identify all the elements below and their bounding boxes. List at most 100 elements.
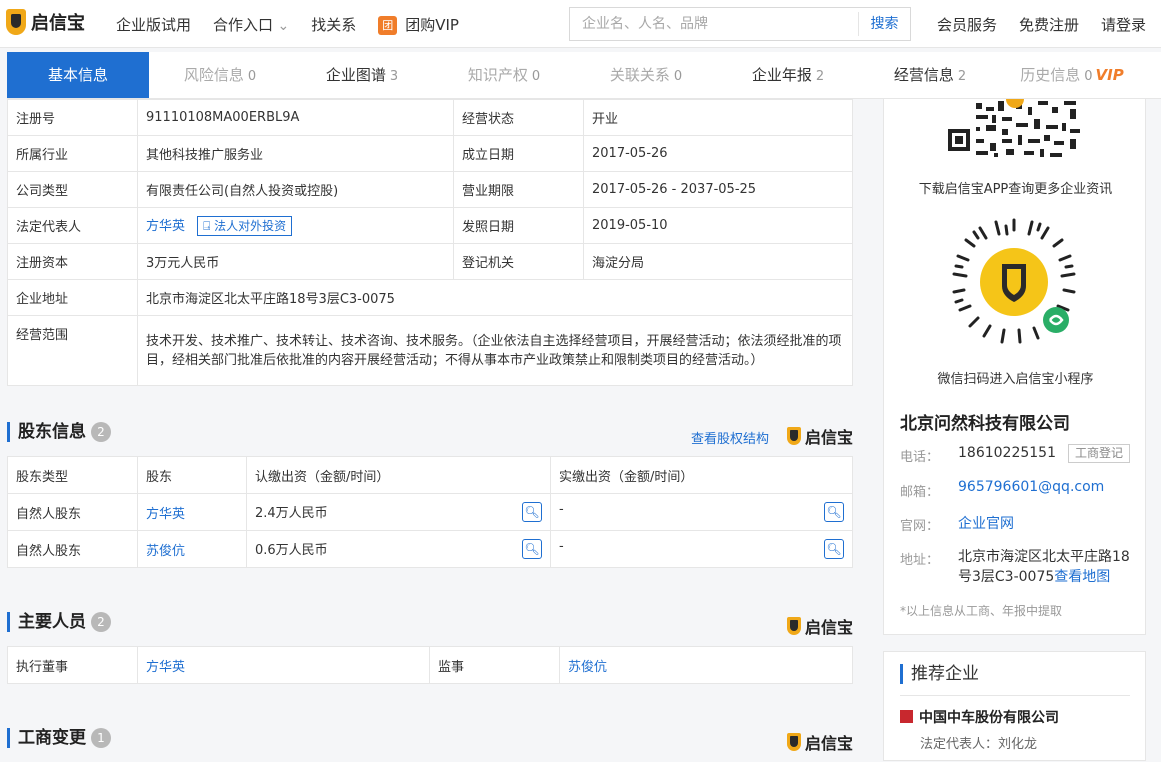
shareholder-name-cell: 苏俊伉 <box>137 530 247 568</box>
user-links: 会员服务 免费注册 请登录 <box>937 14 1146 35</box>
email-label: 邮箱： <box>900 485 940 500</box>
legal-invest-button[interactable]: ⍈ 法人对外投资 <box>197 216 293 236</box>
magnifier-icon[interactable]: 🔍︎ <box>824 539 844 559</box>
email-link[interactable]: 965796601@qq.com <box>958 479 1104 495</box>
term-value: 2017-05-26 - 2037-05-25 <box>583 171 853 208</box>
recommend-legal-rep: 法定代表人：刘化龙 <box>920 737 1038 752</box>
address-label: 企业地址 <box>7 279 138 316</box>
nav-find-relation[interactable]: 找关系 <box>311 14 356 35</box>
brand-watermark: 启信宝 <box>786 614 853 638</box>
legal-label: 法定代表人 <box>7 207 138 244</box>
tab-history-info[interactable]: 历史信息 0 VIP <box>1001 52 1143 98</box>
nav-group-vip-label: 团购VIP <box>405 16 459 34</box>
invest-icon: ⍈ <box>203 219 215 233</box>
tab-count: 0 <box>673 69 683 84</box>
subscribed-value: 0.6万人民币 <box>255 543 328 558</box>
recommend-panel: 推荐企业 中国中车股份有限公司 法定代表人：刘化龙 <box>883 651 1146 761</box>
shareholders-title: 股东信息 2 <box>7 422 111 442</box>
tab-basic-info[interactable]: 基本信息 <box>7 52 149 98</box>
count-badge: 2 <box>91 422 111 442</box>
paid-value: - <box>559 502 564 517</box>
nav-group-vip[interactable]: 团团购VIP <box>378 14 459 35</box>
scope-value: 技术开发、技术推广、技术转让、技术咨询、技术服务。（企业依法自主选择经营项目，开… <box>137 315 853 386</box>
status-label: 经营状态 <box>453 99 584 136</box>
magnifier-icon[interactable]: 🔍︎ <box>824 502 844 522</box>
person-link[interactable]: 方华英 <box>146 660 185 675</box>
shareholder-link[interactable]: 苏俊伉 <box>146 544 185 559</box>
tab-business-info[interactable]: 经营信息 2 <box>859 52 1001 98</box>
authority-label: 登记机关 <box>453 243 584 280</box>
reg-no-label: 注册号 <box>7 99 138 136</box>
qr-code-icon <box>946 99 1084 159</box>
site-logo[interactable]: 启信宝 <box>6 9 85 35</box>
tab-label: 关联关系 <box>609 66 670 84</box>
phone-source-tag[interactable]: 工商登记 <box>1067 444 1130 463</box>
search-input[interactable] <box>570 8 850 40</box>
capital-value: 3万元人民币 <box>137 243 454 280</box>
shield-logo-icon <box>786 733 801 751</box>
company-sidebar: 下载启信宝APP查询更多企业资讯 微信扫码进入启信宝小程序 北京问然科技有限公司… <box>883 99 1146 635</box>
legal-rep-link[interactable]: 方华英 <box>146 219 185 234</box>
main-content: 注册号 91110108MA00ERBL9A 经营状态 开业 所属行业 其他科技… <box>7 99 853 762</box>
changes-title: 工商变更 1 <box>7 728 111 748</box>
recommend-company[interactable]: 中国中车股份有限公司 <box>900 707 1059 727</box>
person-link[interactable]: 苏俊伉 <box>568 660 607 675</box>
member-service-link[interactable]: 会员服务 <box>937 14 997 35</box>
tab-count: 3 <box>389 69 399 84</box>
recommend-company-name: 中国中车股份有限公司 <box>919 710 1059 726</box>
top-header: 启信宝 企业版试用 合作入口 找关系 团团购VIP 搜索 会员服务 免费注册 请… <box>0 0 1161 48</box>
section-title-text: 股东信息 <box>18 422 86 442</box>
paid-cell: - 🔍︎ <box>550 530 853 568</box>
section-title-text: 主要人员 <box>18 612 86 632</box>
count-badge: 1 <box>91 728 111 748</box>
magnifier-icon[interactable]: 🔍︎ <box>522 539 542 559</box>
shield-logo-icon <box>786 427 801 445</box>
brand-text: 启信宝 <box>804 428 853 447</box>
changes-header: 工商变更 1 启信宝 <box>7 714 853 762</box>
tab-label: 历史信息 <box>1020 66 1081 84</box>
tab-count: 2 <box>815 69 825 84</box>
tab-annual-report[interactable]: 企业年报 2 <box>717 52 859 98</box>
person-cell: 方华英 <box>137 646 430 684</box>
vip-badge: VIP <box>1095 66 1124 84</box>
status-value: 开业 <box>583 99 853 136</box>
brand-text: 启信宝 <box>804 618 853 637</box>
authority-value: 海淀分局 <box>583 243 853 280</box>
shield-logo-icon <box>6 9 26 35</box>
login-link[interactable]: 请登录 <box>1101 14 1146 35</box>
app-qr-caption: 下载启信宝APP查询更多企业资讯 <box>918 182 1113 197</box>
personnel-title: 主要人员 2 <box>7 612 111 632</box>
tab-company-graph[interactable]: 企业图谱 3 <box>291 52 433 98</box>
tab-label: 风险信息 <box>183 66 244 84</box>
divider <box>900 695 1130 696</box>
magnifier-icon[interactable]: 🔍︎ <box>522 502 542 522</box>
shareholder-link[interactable]: 方华英 <box>146 507 185 522</box>
issue-label: 发照日期 <box>453 207 584 244</box>
shareholder-type: 自然人股东 <box>7 493 138 531</box>
register-link[interactable]: 免费注册 <box>1019 14 1079 35</box>
nav-enterprise-trial[interactable]: 企业版试用 <box>116 14 191 35</box>
search-button[interactable]: 搜索 <box>858 12 910 36</box>
founded-label: 成立日期 <box>453 135 584 172</box>
logo-text: 启信宝 <box>31 13 85 34</box>
tab-risk-info[interactable]: 风险信息 0 <box>149 52 291 98</box>
nav-cooperation[interactable]: 合作入口 <box>213 14 289 35</box>
brand-watermark: 启信宝 <box>786 424 853 448</box>
founded-value: 2017-05-26 <box>583 135 853 172</box>
shareholder-type: 自然人股东 <box>7 530 138 568</box>
website-link[interactable]: 企业官网 <box>958 513 1014 533</box>
subscribed-value: 2.4万人民币 <box>255 506 328 521</box>
tab-relations[interactable]: 关联关系 0 <box>575 52 717 98</box>
phone-row: 18610225151 工商登记 <box>958 444 1130 463</box>
address-label: 地址： <box>900 553 940 568</box>
view-map-link[interactable]: 查看地图 <box>1054 569 1110 585</box>
personnel-header: 主要人员 2 启信宝 <box>7 598 853 646</box>
tab-ip[interactable]: 知识产权 0 <box>433 52 575 98</box>
tab-label: 经营信息 <box>893 66 954 84</box>
shareholder-name-cell: 方华英 <box>137 493 247 531</box>
search-box: 搜索 <box>569 7 911 41</box>
address-value: 北京市海淀区北太平庄路18号3层C3-0075 <box>137 279 853 316</box>
equity-structure-link[interactable]: 查看股权结构 <box>691 428 769 447</box>
phone-value: 18610225151 <box>958 445 1056 461</box>
shareholders-header: 股东信息 2 查看股权结构 启信宝 <box>7 408 853 456</box>
